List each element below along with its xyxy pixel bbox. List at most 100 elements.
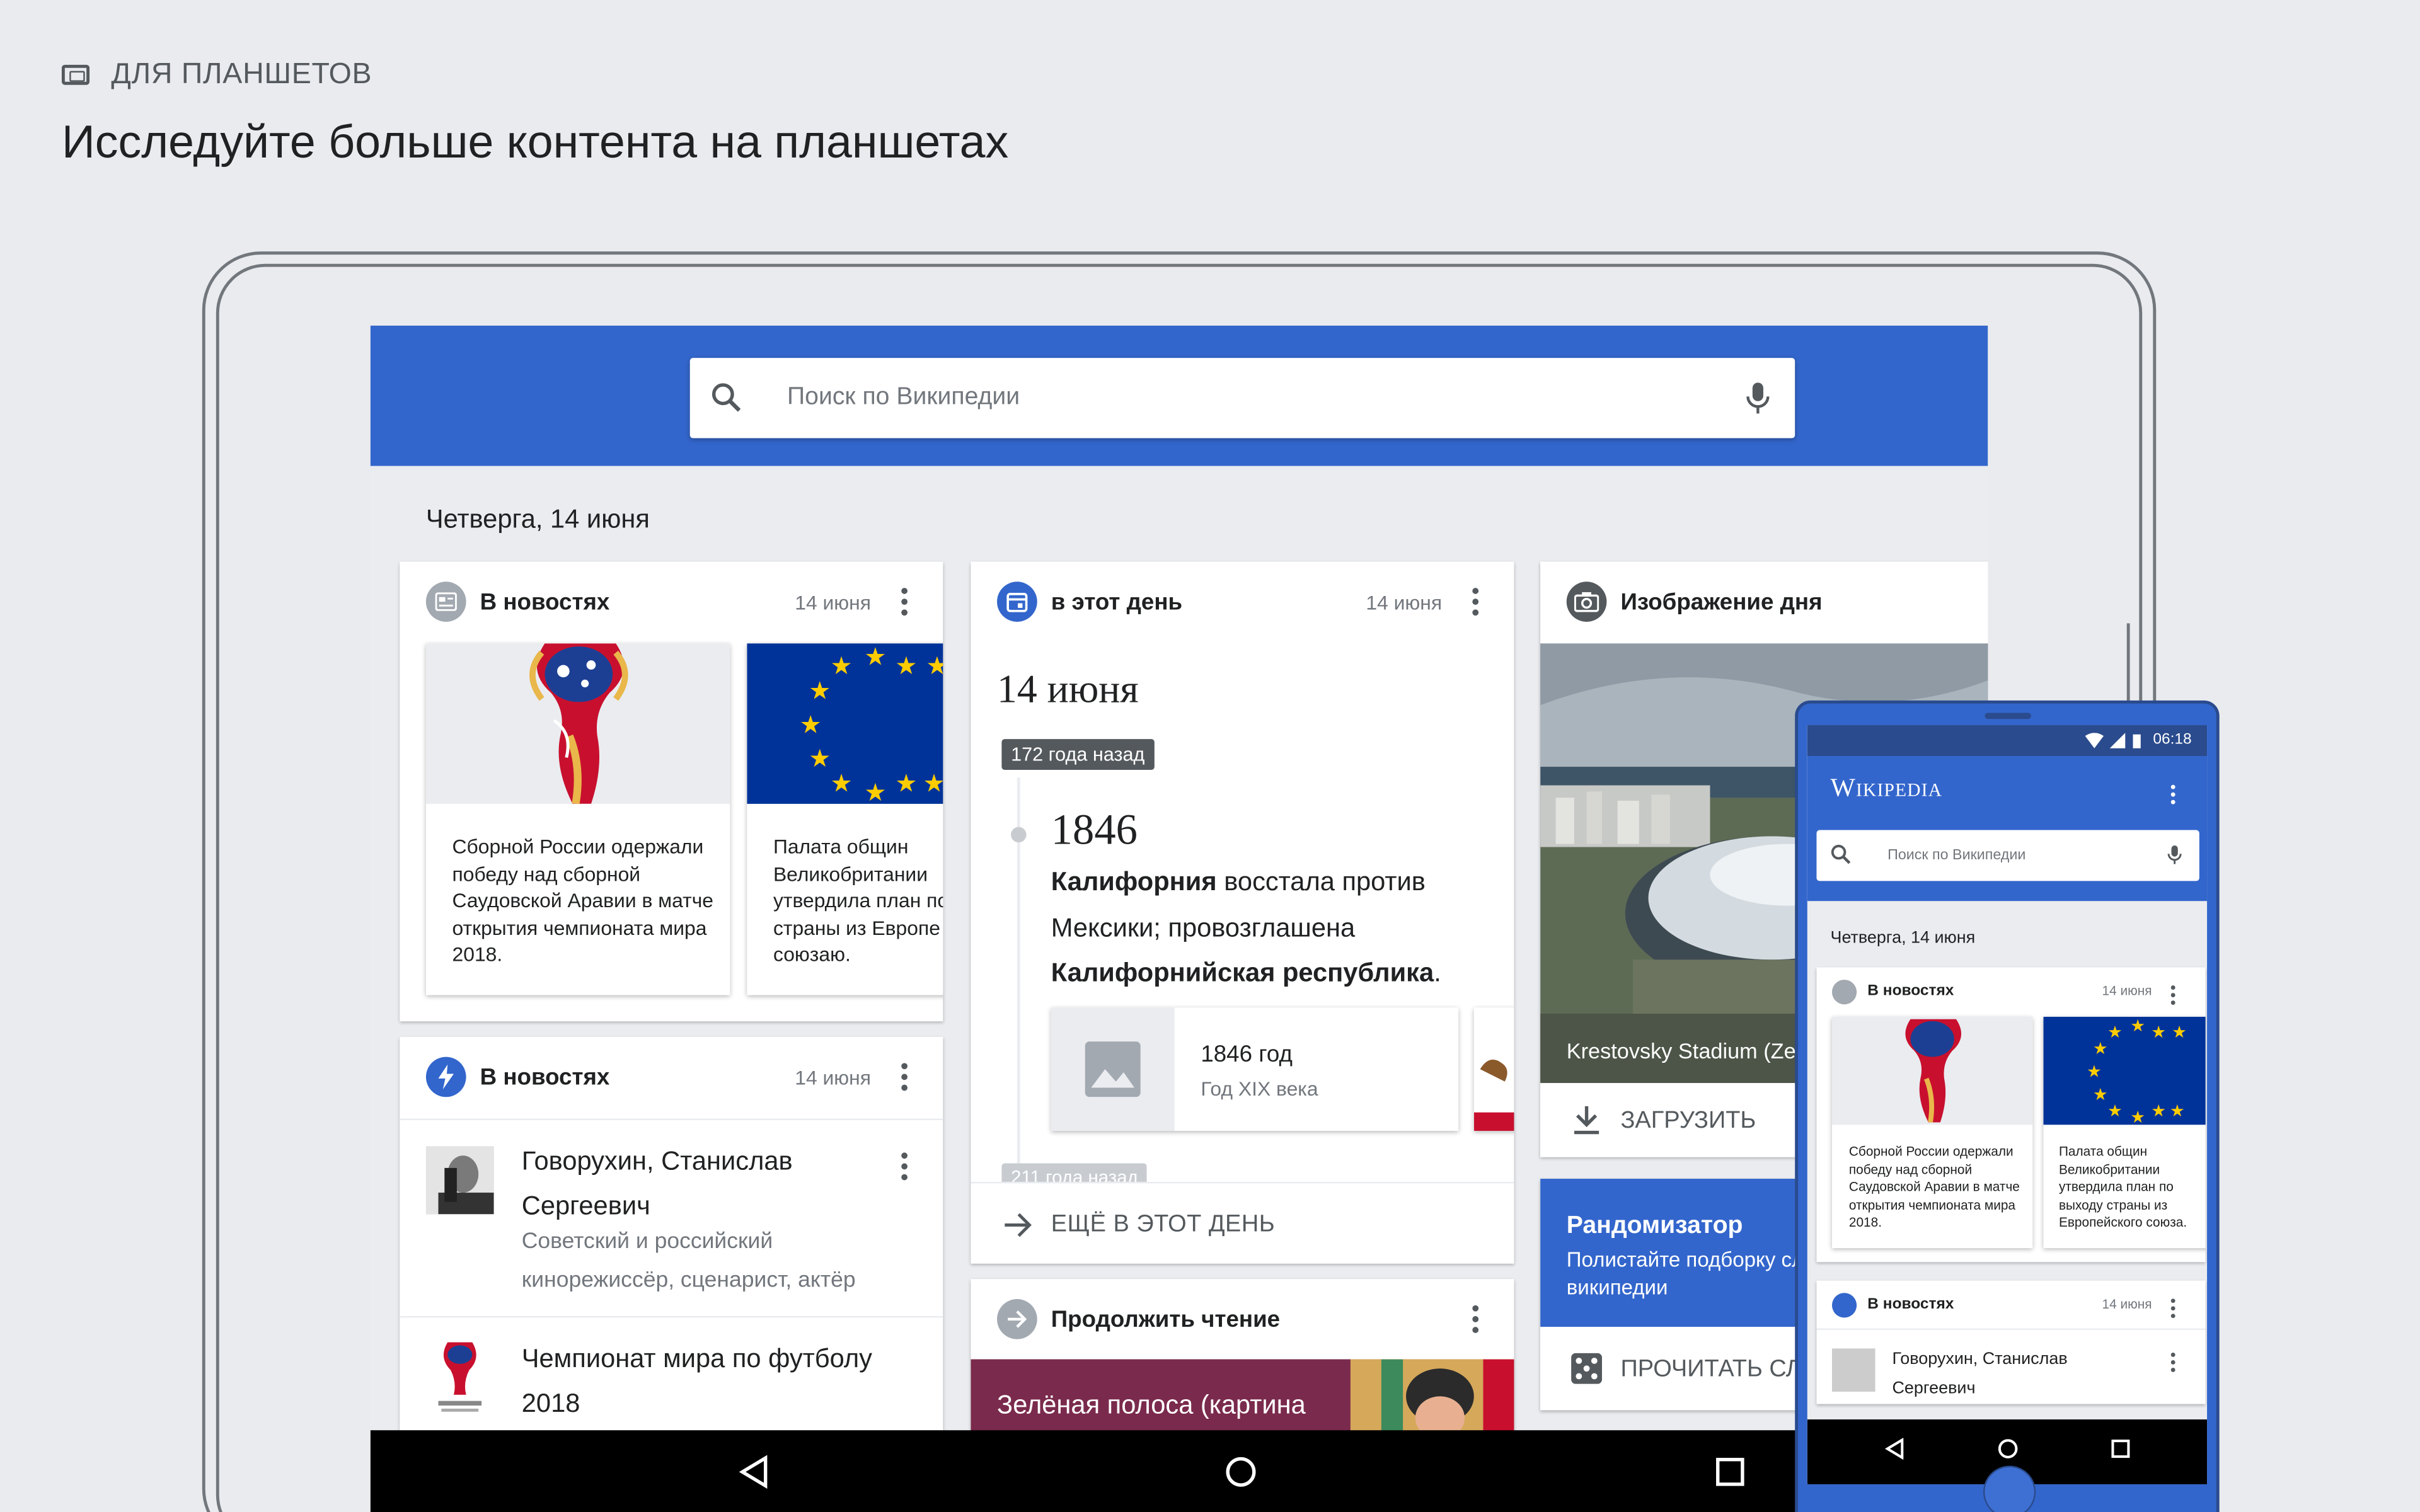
related-article-tile[interactable]: 1846 год Год XIX века: [1051, 1007, 1459, 1131]
svg-text:★: ★: [831, 769, 853, 798]
svg-text:★: ★: [895, 769, 917, 798]
more-options-icon[interactable]: [901, 1152, 908, 1181]
more-options-icon[interactable]: [1472, 588, 1479, 616]
phone-person-name: Говорухин, Станислав Сергеевич: [1892, 1349, 2068, 1398]
wikipedia-logo: Wikipedia: [1830, 772, 1943, 803]
world-cup-logo: [426, 1339, 494, 1416]
phone-screen: 06:18 Wikipedia Поиск по Википедии Четве…: [1807, 725, 2208, 1484]
search-bar[interactable]: Поиск по Википедии: [689, 358, 1795, 438]
phone-app-bar: Wikipedia Поиск по Википедии: [1807, 756, 2208, 902]
phone-news-item: Сборной России одержали победу над сборн…: [1848, 1143, 2020, 1230]
on-this-day-title: в этот день: [1051, 589, 1183, 616]
world-cup-trophy-image: [1831, 1016, 2033, 1125]
svg-text:★: ★: [2151, 1102, 2166, 1121]
phone-more-icon[interactable]: [2170, 784, 2175, 805]
continue-reading-card: Продолжить чтение Зелёная полоса (картин…: [971, 1279, 1514, 1453]
article-banner-title: Зелёная полоса (картина: [997, 1390, 1306, 1420]
more-options-icon[interactable]: [2170, 985, 2175, 1005]
home-icon[interactable]: [1997, 1438, 2019, 1459]
image-caption: Krestovsky Stadium (Zen: [1566, 1038, 1808, 1063]
phone-date-header: Четверга, 14 июня: [1830, 929, 1976, 948]
related-article-title: 1846 год: [1201, 1041, 1293, 1068]
phone-news-tile[interactable]: Сборной России одержали победу над сборн…: [1831, 1016, 2033, 1249]
news-tile[interactable]: Сборной России одержали победу над сборн…: [425, 643, 730, 995]
newspaper-icon: [425, 581, 466, 622]
timeline-dot: [1011, 827, 1027, 843]
event-description: Калифорния восстала против Мексики; пров…: [1051, 867, 1441, 988]
phone-news-title: В новостях: [1867, 983, 1954, 1000]
phone-news-item: Палата общин Великобритании утвердила пл…: [2058, 1143, 2187, 1230]
lightning-icon: [1831, 1293, 1857, 1318]
phone-home-button[interactable]: [1983, 1465, 2036, 1512]
image-placeholder-icon: [1051, 1007, 1175, 1131]
image-of-day-title: Изображение дня: [1620, 589, 1823, 616]
microphone-icon[interactable]: [1743, 379, 1773, 416]
recents-icon[interactable]: [1713, 1455, 1747, 1489]
randomizer-title: Рандомизатор: [1566, 1212, 1743, 1239]
eu-flag-image: ★ ★ ★ ★ ★ ★ ★ ★ ★ ★ ★: [747, 643, 943, 804]
download-icon: [1574, 1106, 1599, 1135]
svg-text:★: ★: [864, 779, 886, 804]
list-item[interactable]: Говорухин, Станислав Сергеевич Советский…: [400, 1120, 943, 1317]
news-tile[interactable]: ★ ★ ★ ★ ★ ★ ★ ★ ★ ★ ★ Палата общин Великобритан…: [747, 643, 943, 995]
lightning-icon: [425, 1057, 466, 1097]
svg-text:★: ★: [2130, 1017, 2145, 1036]
svg-text:★: ★: [809, 677, 831, 705]
camera-icon: [1566, 581, 1607, 622]
news-card-title: В новостях: [480, 589, 610, 616]
back-icon[interactable]: [738, 1455, 772, 1489]
phone-news2-date: 14 июня: [2102, 1296, 2152, 1312]
tablet-icon: [61, 64, 90, 85]
svg-text:★: ★: [2087, 1062, 2102, 1081]
more-on-this-day-button[interactable]: ЕЩЁ В ЭТОТ ДЕНЬ: [971, 1181, 1514, 1264]
news-item-text: Палата общин Великобритании утвердила пл…: [773, 834, 943, 966]
phone-news-tile[interactable]: ★ ★ ★ ★ ★ ★ ★ ★ ★ ★ ★ Палата общин Великобритании …: [2043, 1016, 2206, 1249]
phone-news-card: В новостях 14 июня Сборной России одержа…: [1816, 967, 2206, 1263]
randomizer-desc: Полистайте подборку сл википедии: [1566, 1248, 1804, 1300]
page-title: Исследуйте больше контента на планшетах: [61, 117, 1009, 168]
phone-search-input[interactable]: Поиск по Википедии: [1887, 847, 2025, 864]
more-on-this-day-label: ЕЩЁ В ЭТОТ ДЕНЬ: [1051, 1211, 1276, 1238]
big-date: 14 июня: [997, 666, 1139, 711]
person-thumbnail: [1831, 1348, 1876, 1392]
eu-flag-image: ★ ★ ★ ★ ★ ★ ★ ★ ★ ★ ★: [2043, 1016, 2206, 1127]
feed-date-header: Четверга, 14 июня: [425, 504, 650, 534]
divider: [1816, 1328, 2206, 1331]
svg-text:★: ★: [2107, 1023, 2123, 1042]
years-ago-badge: 172 года назад: [1001, 739, 1155, 770]
svg-text:★: ★: [923, 769, 943, 798]
search-icon: [712, 383, 741, 412]
news-item-text: Сборной России одержали победу над сборн…: [452, 834, 714, 966]
news-card-date: 14 июня: [795, 590, 872, 614]
person-thumbnail: [425, 1146, 494, 1215]
phone-news-card-2: В новостях 14 июня Говорухин, Станислав …: [1816, 1280, 2206, 1404]
more-options-icon[interactable]: [901, 588, 908, 616]
phone-news2-title: В новостях: [1867, 1296, 1954, 1314]
calendar-icon: [997, 581, 1037, 622]
svg-text:★: ★: [809, 745, 831, 773]
person-description: Советский и российский кинорежиссёр, сце…: [521, 1229, 856, 1293]
person-name: Говорухин, Станислав Сергеевич: [521, 1146, 793, 1221]
more-options-icon[interactable]: [1472, 1305, 1479, 1333]
read-random-label: ПРОЧИТАТЬ СЛ: [1620, 1356, 1802, 1383]
more-options-icon[interactable]: [2170, 1353, 2175, 1372]
world-cup-trophy-image: [425, 643, 730, 804]
arrow-icon: [997, 1299, 1037, 1339]
news-card-date: 14 июня: [795, 1066, 872, 1089]
event-year: 1846: [1051, 806, 1138, 855]
phone-search-bar[interactable]: Поиск по Википедии: [1816, 830, 2199, 881]
search-icon: [1831, 844, 1851, 864]
back-icon[interactable]: [1884, 1438, 1906, 1460]
news-card-title: В новостях: [480, 1064, 610, 1091]
svg-text:★: ★: [2170, 1102, 2185, 1121]
more-options-icon[interactable]: [2170, 1298, 2175, 1319]
tablet-screen: Поиск по Википедии Четверга, 14 июня В н…: [370, 325, 1988, 1512]
download-label: ЗАГРУЗИТЬ: [1620, 1108, 1756, 1135]
search-input[interactable]: Поиск по Википедии: [787, 384, 1020, 412]
more-options-icon[interactable]: [901, 1063, 908, 1091]
california-flag-tile[interactable]: [1473, 1007, 1514, 1131]
phone-device: 06:18 Wikipedia Поиск по Википедии Четве…: [1795, 700, 2220, 1512]
svg-text:★: ★: [2093, 1085, 2108, 1104]
home-icon[interactable]: [1224, 1455, 1258, 1489]
recents-icon[interactable]: [2110, 1438, 2131, 1459]
